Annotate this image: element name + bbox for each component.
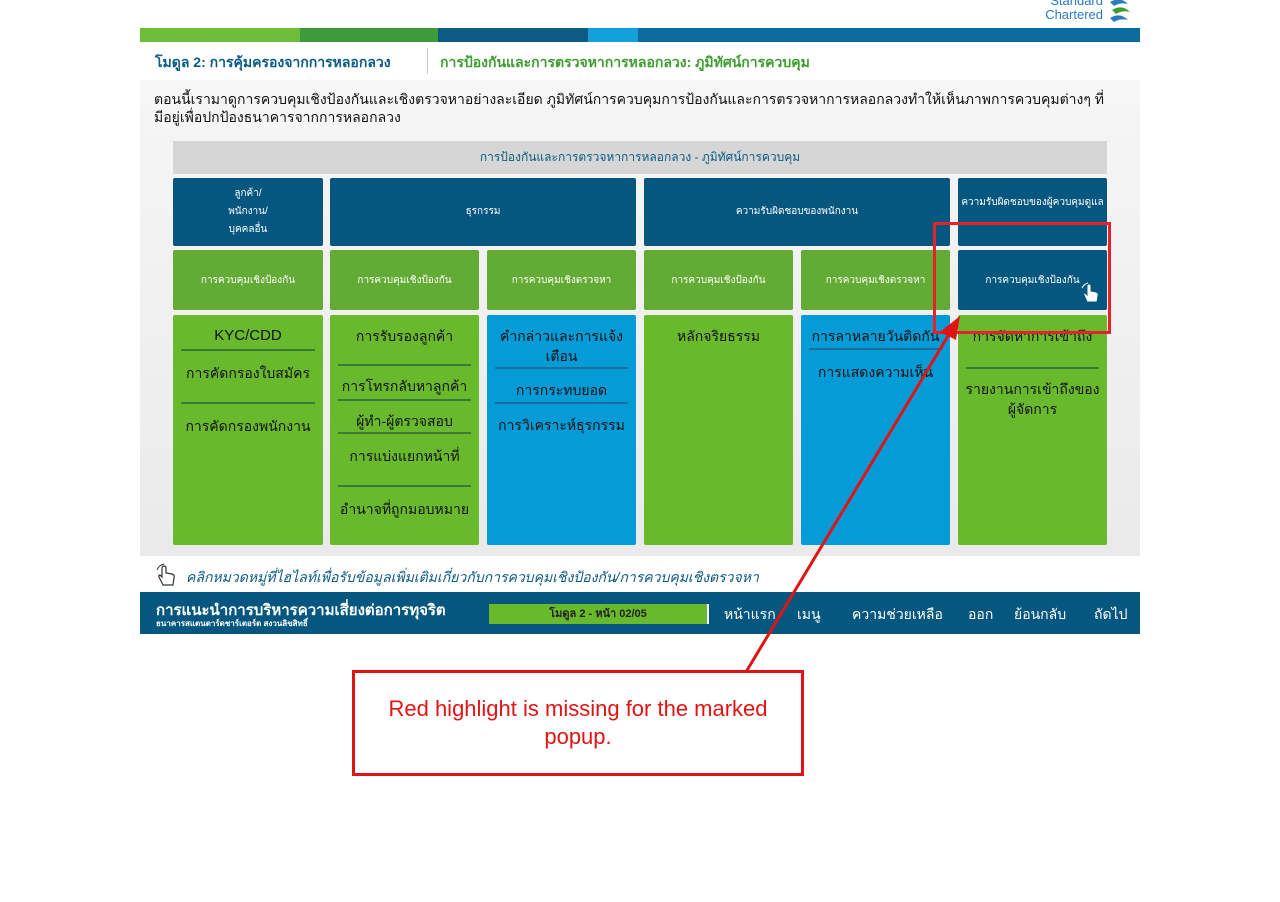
annotation-note-text: Red highlight is missing for the marked … [388, 696, 768, 749]
annotation-note: Red highlight is missing for the marked … [352, 670, 804, 776]
